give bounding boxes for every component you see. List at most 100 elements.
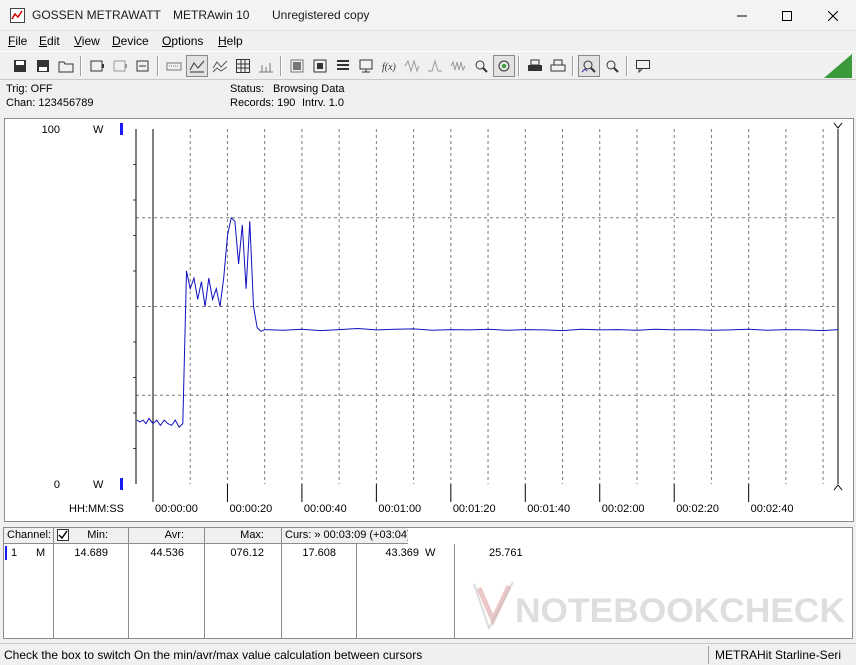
channel-number: 1	[11, 547, 18, 559]
signal-icon	[450, 60, 466, 72]
peak-button[interactable]	[424, 55, 446, 77]
zoom-button[interactable]	[578, 55, 600, 77]
device-read-button[interactable]	[86, 55, 108, 77]
notebookcheck-watermark: NOTEBOOKCHECK	[473, 581, 845, 631]
signal-button[interactable]	[447, 55, 469, 77]
menu-edit[interactable]: Edit	[39, 34, 60, 48]
device-send-button[interactable]	[109, 55, 131, 77]
print-button[interactable]	[524, 55, 546, 77]
app-icon	[10, 8, 25, 23]
x-axis-caption: HH:MM:SS	[69, 503, 124, 515]
import-button[interactable]	[286, 55, 308, 77]
channel-cell[interactable]: 1 M	[4, 544, 54, 638]
open-button[interactable]	[9, 55, 31, 77]
cursor-arrow-bottom[interactable]	[833, 484, 843, 491]
cursor1-value: 17.608	[302, 547, 336, 559]
cursor2-unit: W	[425, 547, 436, 559]
close-icon	[828, 10, 838, 21]
multi-graph-icon	[212, 60, 228, 73]
cursor-diff-value: 25.761	[489, 547, 523, 559]
computer-button[interactable]	[355, 55, 377, 77]
device-read-icon	[90, 60, 104, 72]
header-min: Min:	[54, 528, 129, 544]
trigger-icon	[498, 60, 510, 72]
cursor-range-checkbox[interactable]	[57, 529, 69, 541]
y-top-unit: W	[93, 124, 104, 136]
computer-icon	[359, 59, 373, 73]
function-button[interactable]: f(x)	[378, 55, 400, 77]
plot-area[interactable]: 100 W 0 W HH:MM:SS 00:00:00 00:00:20 00:00:40 00…	[4, 118, 854, 522]
status-bar: Check the box to switch On the min/avr/m…	[0, 643, 856, 665]
folder-button[interactable]	[55, 55, 77, 77]
export-button[interactable]	[309, 55, 331, 77]
status-hint: Check the box to switch On the min/avr/m…	[4, 648, 423, 662]
y-bottom-label: 0	[54, 479, 60, 491]
title-vendor: GOSSEN METRAWATT	[32, 8, 161, 22]
device-config-button[interactable]	[132, 55, 154, 77]
status-value: Browsing Data	[273, 83, 345, 95]
save-button[interactable]	[32, 55, 54, 77]
avr-value: 44.536	[150, 547, 184, 559]
keyboard-icon	[166, 62, 182, 71]
maximize-button[interactable]	[764, 0, 810, 31]
menu-file[interactable]: File	[8, 34, 27, 48]
title-app: METRAwin 10	[173, 8, 250, 22]
cursor2-value: 43.369	[385, 547, 419, 559]
keyboard-button[interactable]	[163, 55, 185, 77]
y-top-marker[interactable]	[120, 123, 123, 135]
menu-bar: File Edit View Device Options Help	[0, 31, 856, 51]
power-chart[interactable]: 100 W 0 W HH:MM:SS 00:00:00 00:00:20 00:00:40 00…	[5, 119, 853, 521]
menu-help[interactable]: Help	[218, 34, 243, 48]
waveform-button[interactable]	[401, 55, 423, 77]
close-button[interactable]	[810, 0, 856, 31]
table-view-icon	[236, 59, 250, 73]
function-icon: f(x)	[382, 62, 397, 73]
x-tick-label: 00:02:40	[751, 503, 794, 515]
x-tick-label: 00:02:20	[676, 503, 719, 515]
graph-view-icon	[189, 60, 205, 73]
multi-graph-button[interactable]	[209, 55, 231, 77]
channel-status: Chan: 123456789	[6, 97, 94, 109]
search-icon	[475, 60, 488, 73]
device-config-icon	[136, 60, 149, 72]
x-tick-label: 00:00:00	[155, 503, 198, 515]
x-tick-label: 00:02:00	[602, 503, 645, 515]
measurement-table: Channel: Min: Avr: Max: Curs: » 00:03:09…	[3, 527, 853, 639]
comment-button[interactable]	[632, 55, 654, 77]
zoom-out-button[interactable]	[601, 55, 623, 77]
folder-icon	[58, 61, 74, 73]
min-value: 14.689	[74, 547, 108, 559]
minimize-icon	[737, 15, 747, 16]
cursor-arrow-top[interactable]	[833, 122, 843, 129]
device-send-icon	[113, 60, 127, 72]
minimize-button[interactable]	[719, 0, 765, 31]
table-view-button[interactable]	[232, 55, 254, 77]
comment-icon	[636, 60, 650, 74]
graph-view-button[interactable]	[186, 55, 208, 77]
y-top-label: 100	[42, 124, 60, 136]
zoom-icon	[581, 60, 596, 73]
y-bottom-marker[interactable]	[120, 478, 123, 490]
header-cursor: Curs: » 00:03:09 (+03:04)	[282, 528, 408, 544]
cursor1-cell: 17.608	[282, 544, 357, 638]
title-license: Unregistered copy	[272, 8, 370, 22]
menu-view[interactable]: View	[74, 34, 100, 48]
bar-view-button[interactable]	[255, 55, 277, 77]
max-cell: 076.12	[205, 544, 282, 638]
svg-text:f(x): f(x)	[382, 62, 397, 73]
max-value: 076.12	[230, 547, 264, 559]
menu-options[interactable]: Options	[162, 34, 203, 48]
status-info-panel: Trig: OFF Chan: 123456789 Status: Browsi…	[0, 80, 856, 114]
channel-mode: M	[36, 547, 46, 559]
menu-device[interactable]: Device	[112, 34, 149, 48]
list-button[interactable]	[332, 55, 354, 77]
header-max: Max:	[205, 528, 282, 544]
y-bottom-unit: W	[93, 479, 104, 491]
maximize-icon	[782, 10, 792, 21]
x-tick-label: 00:01:20	[453, 503, 496, 515]
print-preview-button[interactable]	[547, 55, 569, 77]
trigger-button[interactable]	[493, 55, 515, 77]
print-preview-icon	[550, 59, 566, 72]
search-button[interactable]	[470, 55, 492, 77]
peak-icon	[428, 59, 442, 72]
